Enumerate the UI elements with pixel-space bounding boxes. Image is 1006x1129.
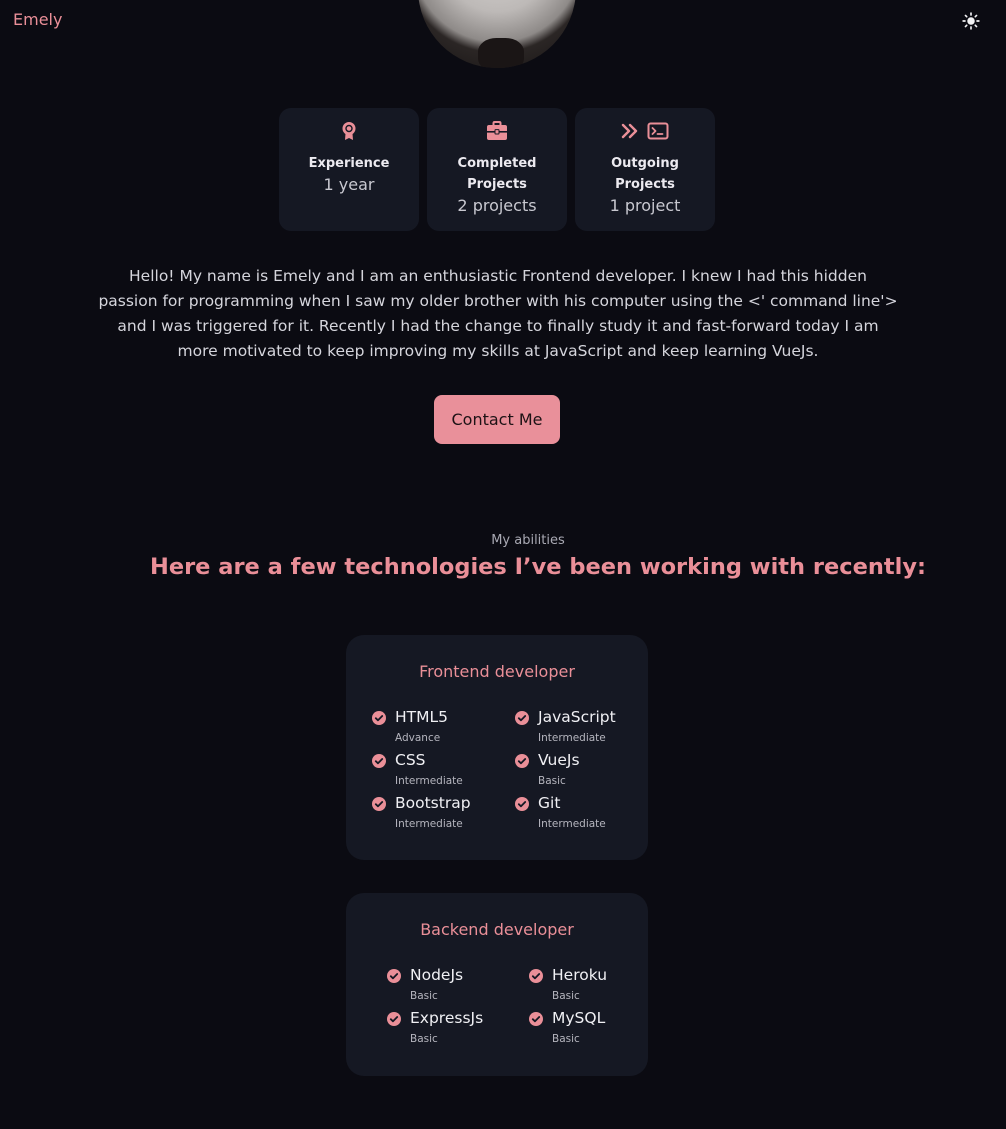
stat-title: Outgoing Projects	[611, 156, 679, 192]
check-badge-icon	[372, 711, 386, 725]
skill-item: HTML5 Advance	[372, 708, 512, 748]
check-badge-icon	[387, 1012, 401, 1026]
skill-item: MySQL Basic	[529, 1009, 669, 1049]
skill-name: MySQL	[552, 1009, 606, 1027]
stat-value: 2 projects	[457, 196, 537, 215]
check-badge-icon	[529, 969, 543, 983]
terminal-icon	[647, 122, 669, 140]
skill-name: NodeJs	[410, 966, 464, 984]
check-badge-icon	[529, 1012, 543, 1026]
check-badge-icon	[515, 711, 529, 725]
skill-name: JavaScript	[538, 708, 616, 726]
double-chevron-right-icon	[621, 123, 638, 139]
card-title: Backend developer	[420, 920, 574, 939]
backend-skills-card: Backend developer NodeJs Basic Heroku Ba…	[346, 893, 648, 1076]
briefcase-icon	[487, 121, 507, 140]
skill-item: NodeJs Basic	[387, 966, 527, 1006]
skill-level: Basic	[538, 775, 566, 787]
skill-item: VueJs Basic	[515, 751, 655, 791]
skill-name: VueJs	[538, 751, 580, 769]
frontend-skills-card: Frontend developer HTML5 Advance JavaScr…	[346, 635, 648, 860]
stats-row: Experience 1 year Completed Projects 2 p…	[279, 108, 715, 231]
stat-completed-projects: Completed Projects 2 projects	[427, 108, 567, 231]
contact-me-button[interactable]: Contact Me	[434, 395, 560, 444]
skill-name: ExpressJs	[410, 1009, 484, 1027]
check-badge-icon	[515, 754, 529, 768]
check-badge-icon	[372, 754, 386, 768]
stat-value: 1 project	[609, 196, 681, 215]
skill-level: Basic	[552, 1033, 580, 1045]
check-badge-icon	[387, 969, 401, 983]
section-title: Here are a few technologies I’ve been wo…	[150, 554, 926, 580]
stat-title: Experience	[308, 156, 390, 171]
check-badge-icon	[515, 797, 529, 811]
section-subtitle: My abilities	[491, 533, 565, 548]
stat-experience: Experience 1 year	[279, 108, 419, 231]
skill-item: Heroku Basic	[529, 966, 669, 1006]
skill-level: Basic	[410, 1033, 438, 1045]
skill-level: Intermediate	[538, 732, 606, 744]
skill-item: JavaScript Intermediate	[515, 708, 655, 748]
stat-value: 1 year	[323, 175, 375, 194]
sun-icon	[962, 12, 980, 30]
theme-toggle-button[interactable]	[958, 8, 984, 34]
skill-level: Intermediate	[538, 818, 606, 830]
skill-name: CSS	[395, 751, 426, 769]
stat-outgoing-projects: Outgoing Projects 1 project	[575, 108, 715, 231]
card-title: Frontend developer	[419, 662, 575, 681]
skill-item: ExpressJs Basic	[387, 1009, 527, 1049]
profile-photo	[418, 0, 576, 68]
skill-name: Heroku	[552, 966, 608, 984]
skill-level: Advance	[395, 732, 441, 744]
skill-name: HTML5	[395, 708, 448, 726]
skill-item: Git Intermediate	[515, 794, 655, 834]
skill-name: Git	[538, 794, 561, 812]
skill-item: Bootstrap Intermediate	[372, 794, 512, 834]
skill-name: Bootstrap	[395, 794, 471, 812]
skill-level: Basic	[410, 990, 438, 1002]
award-icon	[342, 122, 356, 140]
skill-level: Intermediate	[395, 818, 463, 830]
skill-level: Basic	[552, 990, 580, 1002]
site-logo[interactable]: Emely	[13, 10, 62, 29]
skill-level: Intermediate	[395, 775, 463, 787]
check-badge-icon	[372, 797, 386, 811]
skill-item: CSS Intermediate	[372, 751, 512, 791]
about-text: Hello! My name is Emely and I am an enth…	[98, 267, 898, 360]
stat-title: Completed Projects	[457, 156, 537, 192]
